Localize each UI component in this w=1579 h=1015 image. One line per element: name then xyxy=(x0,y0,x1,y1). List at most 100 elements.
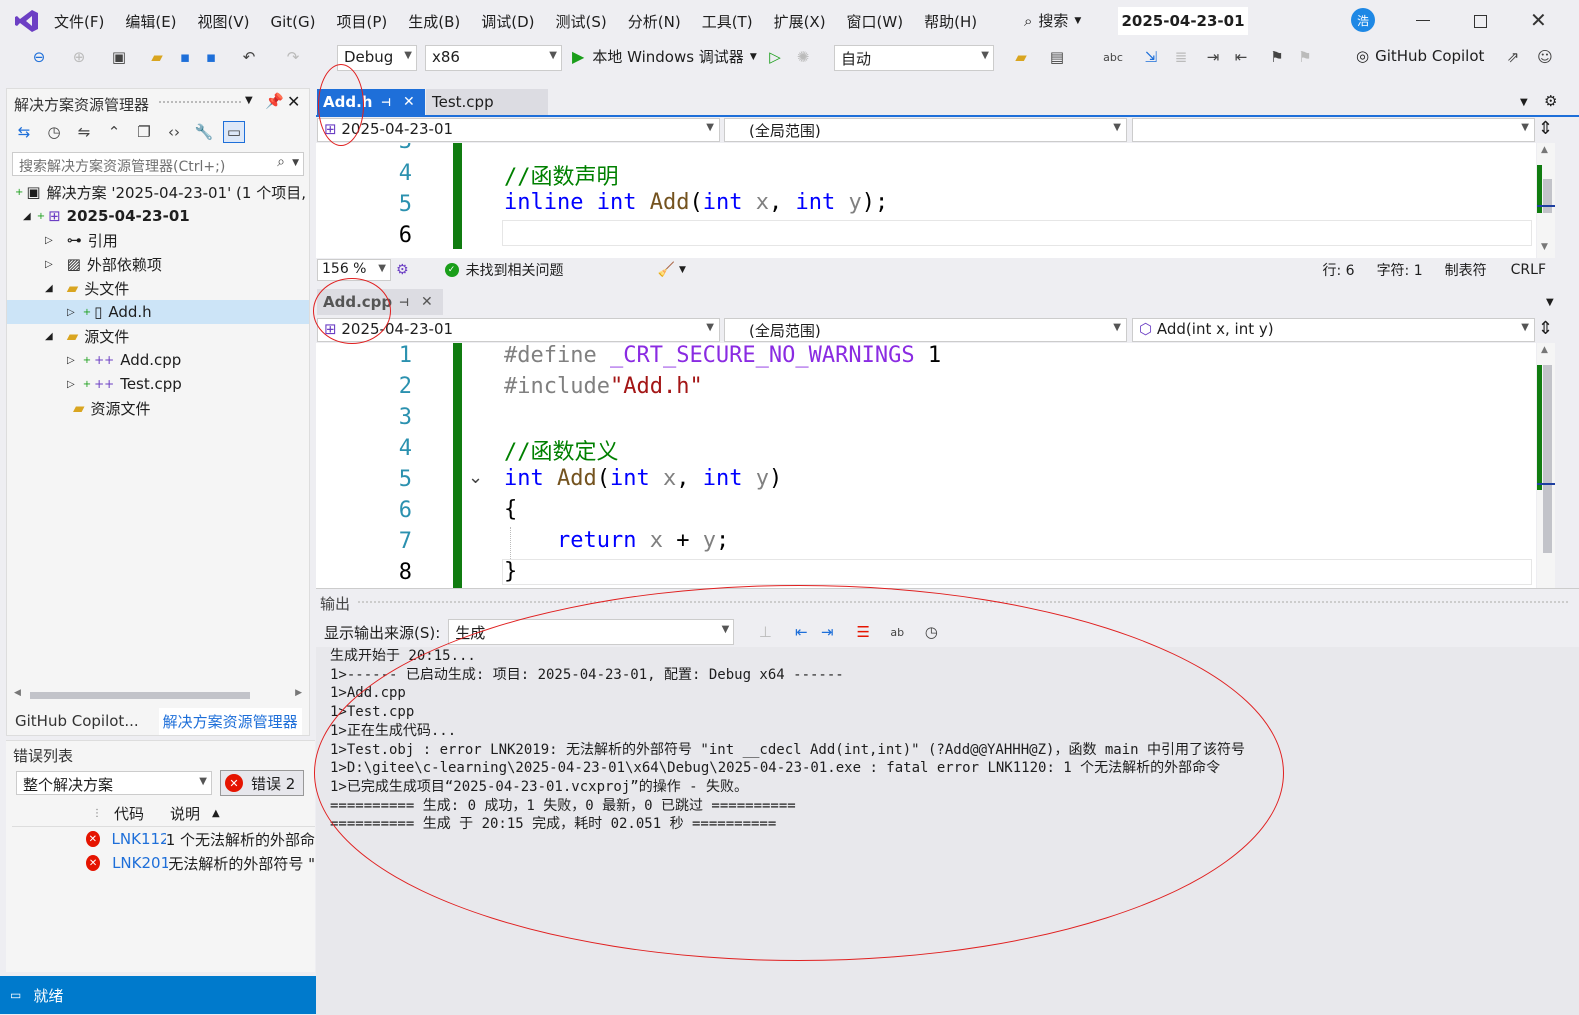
pin-icon[interactable]: 📌 xyxy=(265,92,284,110)
tab-add-cpp[interactable]: Add.cpp ⊣ ✕ xyxy=(317,289,443,315)
window-layout-icon[interactable]: ▤ xyxy=(1046,46,1068,68)
menu-file[interactable]: 文件(F) xyxy=(54,11,104,32)
scroll-thumb[interactable] xyxy=(30,692,250,699)
tree-item-external-deps[interactable]: ▷ ▨ 外部依赖项 xyxy=(7,252,309,276)
redo-icon[interactable]: ↷ xyxy=(282,46,304,68)
word-wrap-icon[interactable]: ab xyxy=(886,621,908,643)
vertical-scrollbar[interactable]: ▲ ▼ xyxy=(1537,143,1555,258)
outdent-icon[interactable]: ⇤ xyxy=(1230,46,1252,68)
tree-item-project[interactable]: ◢ + ⊞ 2025-04-23-01 xyxy=(7,204,309,228)
minimize-button[interactable] xyxy=(1416,20,1430,21)
menu-edit[interactable]: 编辑(E) xyxy=(125,11,176,32)
tab-list-icon[interactable]: ▼ xyxy=(1520,97,1528,108)
feedback-icon[interactable]: ☺ xyxy=(1534,46,1556,68)
errors-filter-button[interactable]: ✕ 错误 2 xyxy=(220,770,304,796)
indent-icon[interactable]: ⇥ xyxy=(1202,46,1224,68)
tree-item-header-files[interactable]: ◢ ▰ 头文件 xyxy=(7,276,309,300)
tab-github-copilot[interactable]: GitHub Copilot... xyxy=(15,712,139,730)
tab-test-cpp[interactable]: Test.cpp xyxy=(426,89,548,115)
menu-help[interactable]: 帮助(H) xyxy=(924,11,977,32)
split-icon[interactable]: ⇕ xyxy=(1538,118,1553,139)
project-nav-select[interactable]: ⊞ 2025-04-23-01 ▼ xyxy=(317,318,720,342)
tab-list-icon[interactable]: ▼ xyxy=(1546,297,1554,308)
code-icon[interactable]: ‹› xyxy=(163,121,185,143)
scope-nav-select[interactable]: (全局范围) ▼ xyxy=(724,318,1127,342)
switch-view-icon[interactable]: ⇆ xyxy=(13,121,35,143)
mode-select[interactable]: 自动 ▼ xyxy=(834,45,994,71)
save-icon[interactable]: ▪ xyxy=(174,46,196,68)
format-icon[interactable]: ≣ xyxy=(1170,46,1192,68)
step-icon[interactable]: ⇲ xyxy=(1140,46,1162,68)
line-position[interactable]: 行: 6 xyxy=(1322,260,1354,280)
char-position[interactable]: 字符: 1 xyxy=(1377,260,1423,280)
menu-build[interactable]: 生成(B) xyxy=(408,11,460,32)
platform-select[interactable]: x86 ▼ xyxy=(425,45,562,71)
tab-solution-explorer[interactable]: 解决方案资源管理器 xyxy=(158,707,302,735)
member-nav-select[interactable]: ⬡ Add(int x, int y) ▼ xyxy=(1132,318,1535,342)
start-debug-button[interactable]: ▶ 本地 Windows 调试器 ▼ xyxy=(572,46,757,67)
forward-icon[interactable]: ⊕ xyxy=(68,46,90,68)
menu-project[interactable]: 项目(P) xyxy=(337,11,388,32)
solution-search-input[interactable]: 搜索解决方案资源管理器(Ctrl+;) ⌕ ▼ xyxy=(12,152,304,176)
pin-icon[interactable]: ⊣ xyxy=(399,296,409,309)
intellicode-icon[interactable]: ⚙ xyxy=(396,262,409,278)
settings-icon[interactable]: ⚙ xyxy=(1544,92,1557,110)
scroll-thumb[interactable] xyxy=(1543,179,1552,213)
bookmark-prev-icon[interactable]: ⚑ xyxy=(1294,46,1316,68)
tree-item-solution[interactable]: + ▣ 解决方案 '2025-04-23-01' (1 个项目, xyxy=(7,180,309,204)
sync-icon[interactable]: ⇋ xyxy=(73,121,95,143)
prev-message-icon[interactable]: ⇤ xyxy=(790,621,812,643)
hot-reload-icon[interactable]: ✺ xyxy=(792,46,814,68)
tree-item-add-h[interactable]: ▷ + ▯ Add.h xyxy=(7,300,309,324)
configuration-select[interactable]: Debug ▼ xyxy=(337,45,417,71)
folder-search-icon[interactable]: ▰ xyxy=(1010,46,1032,68)
cleanup-icon[interactable]: 🧹 xyxy=(658,262,675,278)
tab-add-h[interactable]: Add.h ⊣ ✕ xyxy=(317,89,425,115)
start-without-debug-icon[interactable]: ▷ xyxy=(764,46,786,68)
menu-extensions[interactable]: 扩展(X) xyxy=(774,11,826,32)
github-copilot-button[interactable]: ◎ GitHub Copilot xyxy=(1356,47,1484,65)
menu-analyze[interactable]: 分析(N) xyxy=(628,11,681,32)
tree-item-add-cpp[interactable]: ▷ + ++ Add.cpp xyxy=(7,348,309,372)
tree-item-test-cpp[interactable]: ▷ + ++ Test.cpp xyxy=(7,372,309,396)
tree-item-references[interactable]: ▷ ⊶ 引用 xyxy=(7,228,309,252)
menu-window[interactable]: 窗口(W) xyxy=(847,11,904,32)
tree-item-resource-files[interactable]: ▰ 资源文件 xyxy=(7,396,309,420)
member-nav-select[interactable]: ▼ xyxy=(1132,118,1535,142)
dropdown-icon[interactable]: ▼ xyxy=(245,95,253,106)
timestamp-icon[interactable]: ◷ xyxy=(920,621,942,643)
save-all-icon[interactable]: ▪ xyxy=(200,46,222,68)
menu-tools[interactable]: 工具(T) xyxy=(702,11,753,32)
col-code[interactable]: 代码 xyxy=(114,803,144,824)
line-ending[interactable]: CRLF xyxy=(1511,262,1546,278)
scroll-thumb[interactable] xyxy=(1543,365,1552,553)
issues-status[interactable]: 未找到相关问题 xyxy=(466,260,564,280)
avatar[interactable]: 浩 xyxy=(1351,8,1375,32)
tree-item-source-files[interactable]: ◢ ▰ 源文件 xyxy=(7,324,309,348)
close-icon[interactable]: ✕ xyxy=(287,92,300,111)
error-code-link[interactable]: LNK201( xyxy=(112,854,168,872)
vs-logo-icon[interactable] xyxy=(14,8,40,34)
pin-icon[interactable]: ⊣ xyxy=(381,96,391,109)
find-message-icon[interactable]: ⊥ xyxy=(754,621,776,643)
split-icon[interactable]: ⇕ xyxy=(1538,318,1553,339)
col-description[interactable]: 说明 xyxy=(170,803,200,824)
error-row[interactable]: ✕ LNK112( 1 个无法解析的外部命 xyxy=(12,827,315,851)
close-icon[interactable]: ✕ xyxy=(421,294,433,310)
project-nav-select[interactable]: ⊞ 2025-04-23-01 ▼ xyxy=(317,118,720,142)
error-code-link[interactable]: LNK112( xyxy=(112,830,166,848)
output-source-select[interactable]: 生成 ▼ xyxy=(448,619,735,645)
history-icon[interactable]: ◷ xyxy=(43,121,65,143)
properties-icon[interactable]: 🔧 xyxy=(193,121,215,143)
menu-test[interactable]: 测试(S) xyxy=(556,11,607,32)
error-scope-select[interactable]: 整个解决方案 ▼ xyxy=(16,771,212,795)
menu-debug[interactable]: 调试(D) xyxy=(481,11,534,32)
close-icon[interactable]: ✕ xyxy=(403,94,415,110)
preview-icon[interactable]: ▭ xyxy=(223,121,245,143)
output-text-area[interactable]: 生成开始于 20:15... 1>------ 已启动生成: 项目: 2025-… xyxy=(316,647,1579,1015)
chevron-down-icon[interactable]: ▼ xyxy=(679,265,686,275)
maximize-button[interactable] xyxy=(1474,15,1487,28)
vertical-scrollbar[interactable]: ▲ xyxy=(1537,343,1555,588)
menu-view[interactable]: 视图(V) xyxy=(198,11,250,32)
tabs-mode[interactable]: 制表符 xyxy=(1445,260,1487,280)
